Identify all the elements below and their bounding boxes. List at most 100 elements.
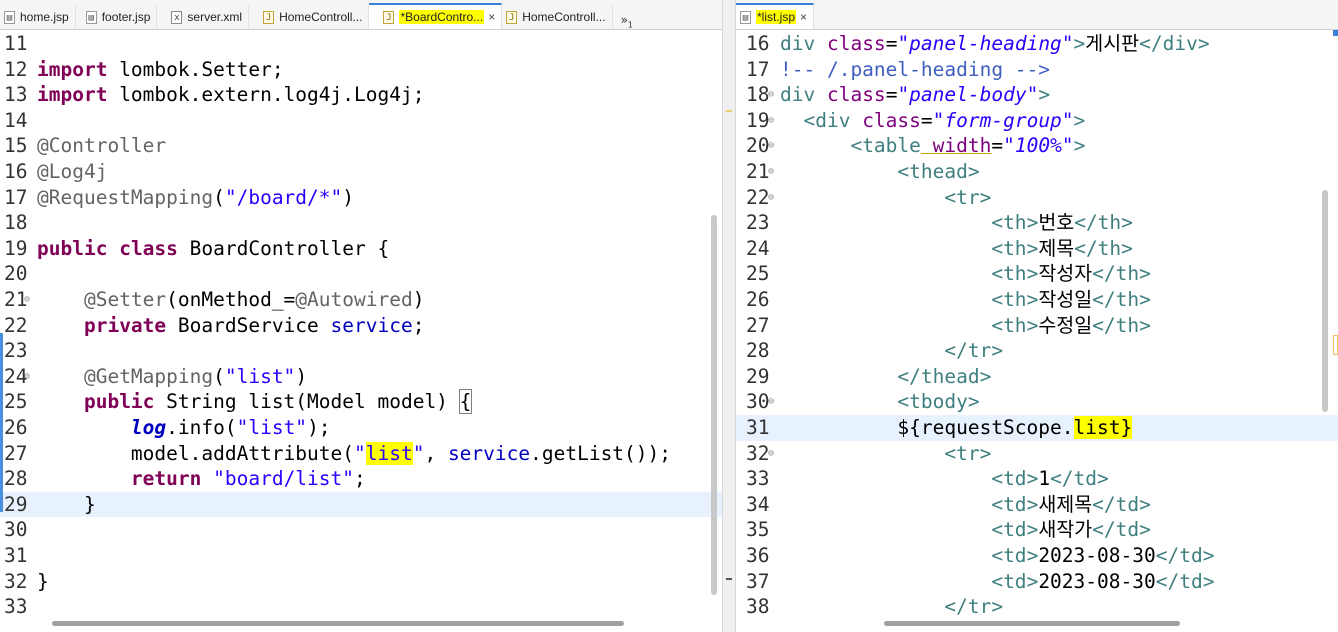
line-number: 33 xyxy=(746,467,770,491)
left-vertical-scrollbar[interactable] xyxy=(711,215,717,595)
code-text: <tbody> xyxy=(897,390,980,414)
editor-sash[interactable] xyxy=(722,0,736,632)
code-line[interactable]: 31 xyxy=(0,543,722,569)
code-text: <td>1</td> xyxy=(991,467,1109,491)
code-line[interactable]: 23 <th>번호</th> xyxy=(736,210,1338,236)
line-number: 32 xyxy=(4,569,28,593)
code-text: <tr> xyxy=(944,441,992,465)
code-text: @Controller xyxy=(37,134,167,158)
line-number: 26 xyxy=(746,288,770,311)
right-vertical-scrollbar[interactable] xyxy=(1322,190,1328,412)
code-line[interactable]: 33 <td>1</td> xyxy=(736,466,1338,492)
code-line[interactable]: 27 <th>수정일</th> xyxy=(736,313,1338,339)
code-line[interactable]: 26 log.info("list"); xyxy=(0,415,722,441)
code-line[interactable]: 18 ⊖ div class="panel-body"> xyxy=(736,82,1338,108)
code-line[interactable]: 27 model.addAttribute("list", service.ge… xyxy=(0,441,722,467)
tab-homecontroller-2[interactable]: J HomeControll... xyxy=(502,5,613,29)
code-line[interactable]: 26 <th>작성일</th> xyxy=(736,287,1338,313)
close-icon[interactable]: × xyxy=(800,10,807,24)
fold-toggle-icon[interactable]: ⊖ xyxy=(768,82,774,108)
code-line[interactable]: 36 <td>2023-08-30</td> xyxy=(736,543,1338,569)
code-line[interactable]: 29 } xyxy=(0,491,722,518)
code-line[interactable]: 22 private BoardService service; xyxy=(0,313,722,339)
fold-toggle-icon[interactable]: ⊖ xyxy=(24,287,30,313)
tab-home-jsp[interactable]: ▤ home.jsp xyxy=(0,5,76,29)
code-text: @RequestMapping("/board/*") xyxy=(37,185,355,209)
code-line[interactable]: 24 ⊖ @GetMapping("list") xyxy=(0,364,722,390)
code-line[interactable]: 19 public class BoardController { xyxy=(0,236,722,262)
code-line[interactable]: 24 <th>제목</th> xyxy=(736,236,1338,262)
line-number: 29 xyxy=(746,364,770,388)
code-text: <td>2023-08-30</td> xyxy=(991,569,1215,593)
change-marker xyxy=(0,359,3,512)
code-line[interactable]: 28 </tr> xyxy=(736,338,1338,364)
code-line[interactable]: 31 ${requestScope.list} xyxy=(736,415,1338,441)
code-line[interactable]: 15 @Controller xyxy=(0,133,722,159)
tab-homecontroller-1[interactable]: J HomeControll... xyxy=(249,5,370,29)
code-line[interactable]: 19 ⊖ <div class="form-group"> xyxy=(736,108,1338,134)
code-line[interactable]: 20 ⊖ <table width="100%"> xyxy=(736,133,1338,159)
code-text: <td>새작가</td> xyxy=(991,518,1151,542)
code-line[interactable]: 13 import lombok.extern.log4j.Log4j; xyxy=(0,82,722,108)
line-number: 23 xyxy=(746,211,770,235)
tab-footer-jsp[interactable]: ▤ footer.jsp xyxy=(76,5,158,29)
code-text: <th>수정일</th> xyxy=(991,313,1151,337)
line-number: 34 xyxy=(746,492,770,516)
tab-label: HomeControll... xyxy=(522,10,606,24)
line-number: 31 xyxy=(746,416,770,439)
code-line[interactable]: 23 xyxy=(0,338,722,364)
code-line[interactable]: 35 <td>새작가</td> xyxy=(736,517,1338,543)
line-number: 28 xyxy=(4,467,28,491)
left-horizontal-scrollbar[interactable] xyxy=(52,621,624,626)
code-line[interactable]: 21 ⊖ @Setter(onMethod_=@Autowired) xyxy=(0,287,722,313)
code-line[interactable]: 38 </tr> xyxy=(736,594,1338,620)
right-horizontal-scrollbar[interactable] xyxy=(884,621,1180,626)
code-line[interactable]: 18 xyxy=(0,210,722,236)
code-line[interactable]: 11 xyxy=(0,31,722,57)
code-line[interactable]: 21 ⊖ <thead> xyxy=(736,159,1338,185)
code-line[interactable]: 34 <td>새제목</td> xyxy=(736,492,1338,518)
code-line[interactable]: 17 @RequestMapping("/board/*") xyxy=(0,185,722,211)
line-number: 11 xyxy=(4,32,28,55)
code-line[interactable]: 17 !-- /.panel-heading --> xyxy=(736,57,1338,83)
line-number: 17 xyxy=(4,185,28,209)
code-text: log.info("list"); xyxy=(130,416,331,439)
tab-boardcontroller[interactable]: J *BoardContro... × xyxy=(369,3,503,29)
tab-overflow-button[interactable]: »1 xyxy=(613,13,641,29)
java-code-area[interactable]: 11 12 import lombok.Setter; 13 import lombok… xyxy=(0,30,722,632)
code-line[interactable]: 33 xyxy=(0,594,722,620)
fold-toggle-icon[interactable]: ⊖ xyxy=(768,159,774,185)
code-line[interactable]: 16 div class="panel-heading">게시판</div> xyxy=(736,31,1338,57)
fold-toggle-icon[interactable]: ⊖ xyxy=(768,185,774,211)
line-number: 36 xyxy=(746,544,770,567)
code-line[interactable]: 16 @Log4j xyxy=(0,159,722,185)
code-line[interactable]: 29 </thead> xyxy=(736,364,1338,390)
fold-toggle-icon[interactable]: ⊖ xyxy=(768,441,774,467)
code-line[interactable]: 28 return "board/list"; xyxy=(0,466,722,492)
tab-server-xml[interactable]: x server.xml xyxy=(157,5,250,29)
code-line[interactable]: 20 xyxy=(0,261,722,287)
close-icon[interactable]: × xyxy=(488,10,495,24)
code-line[interactable]: 25 public String list(Model model) { xyxy=(0,389,722,415)
code-text: import lombok.extern.log4j.Log4j; xyxy=(37,83,425,107)
jsp-code-area[interactable]: 16 div class="panel-heading">게시판</div> 17!… xyxy=(736,30,1338,632)
fold-toggle-icon[interactable]: ⊖ xyxy=(768,133,774,159)
code-line[interactable]: 12 import lombok.Setter; xyxy=(0,57,722,83)
tab-list-jsp[interactable]: ▤ *list.jsp × xyxy=(736,3,815,29)
code-line[interactable]: 14 xyxy=(0,108,722,134)
code-text: <td>새제목</td> xyxy=(991,492,1151,516)
line-number: 12 xyxy=(4,57,28,81)
code-line[interactable]: 30 ⊖ <tbody> xyxy=(736,389,1338,415)
code-line[interactable]: 22 ⊖ <tr> xyxy=(736,185,1338,211)
code-line[interactable]: 32} xyxy=(0,569,722,595)
fold-toggle-icon[interactable]: ⊖ xyxy=(768,389,774,415)
code-text: return "board/list"; xyxy=(130,467,366,491)
fold-toggle-icon[interactable]: ⊖ xyxy=(768,108,774,134)
code-line[interactable]: 30 xyxy=(0,517,722,543)
tab-label: home.jsp xyxy=(20,10,69,24)
code-line[interactable]: 37 <td>2023-08-30</td> xyxy=(736,569,1338,595)
tab-label: *list.jsp xyxy=(756,10,797,24)
code-line[interactable]: 25 <th>작성자</th> xyxy=(736,261,1338,287)
code-line[interactable]: 32 ⊖ <tr> xyxy=(736,441,1338,467)
fold-toggle-icon[interactable]: ⊖ xyxy=(24,364,30,390)
